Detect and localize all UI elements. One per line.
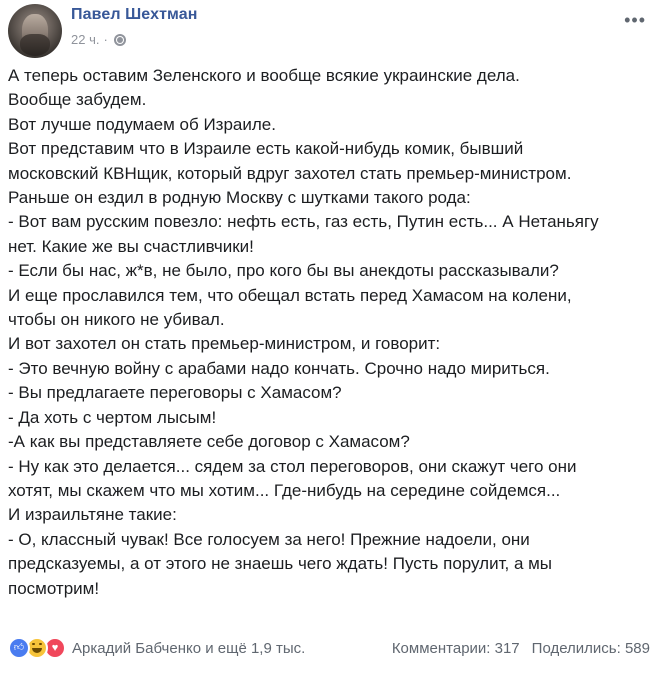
post-line: - Вы предлагаете переговоры с Хамасом? — [8, 383, 342, 403]
facebook-post: Павел Шехтман 22 ч. · ••• А теперь остав… — [0, 0, 655, 677]
like-icon[interactable]: 👍︎ — [8, 637, 30, 659]
post-line: Вот лучше подумаем об Израиле. — [8, 114, 276, 134]
post-line: - Если бы нас, ж*в, не было, про кого бы… — [8, 261, 559, 281]
post-line: Вот представим что в Израиле есть какой-… — [8, 139, 524, 159]
post-line: московский КВНщик, который вдруг захотел… — [8, 163, 572, 183]
avatar-beard — [20, 34, 50, 56]
post-line: Вообще забудем. — [8, 90, 147, 110]
post-header: Павел Шехтман 22 ч. · ••• — [8, 4, 648, 60]
post-meta: 22 ч. · — [71, 32, 126, 47]
post-line: - О, классный чувак! Все голосуем за нег… — [8, 529, 530, 549]
post-line: И еще прославился тем, что обещал встать… — [8, 285, 572, 305]
post-body: А теперь оставим Зеленского и вообще вся… — [8, 64, 648, 601]
post-line: - Это вечную войну с арабами надо кончат… — [8, 358, 550, 378]
post-line: И израильтяне такие: — [8, 505, 177, 525]
globe-icon[interactable] — [113, 33, 126, 46]
post-line: - Вот вам русским повезло: нефть есть, г… — [8, 212, 599, 232]
author-name[interactable]: Павел Шехтман — [71, 6, 198, 24]
reactors-summary[interactable]: Аркадий Бабченко и ещё 1,9 тыс. — [72, 640, 305, 657]
post-footer: 👍︎ ♥ Аркадий Бабченко и ещё 1,9 тыс. Ком… — [8, 636, 650, 660]
post-line: посмотрим! — [8, 578, 100, 598]
more-options-icon[interactable]: ••• — [624, 10, 646, 31]
post-line: И вот захотел он стать премьер-министром… — [8, 334, 441, 354]
post-line: чтобы он никого не убивал. — [8, 310, 225, 330]
comments-count[interactable]: Комментарии: 317 — [392, 640, 520, 657]
post-line: - Да хоть с чертом лысым! — [8, 407, 217, 427]
reaction-icons[interactable]: 👍︎ ♥ — [8, 637, 66, 659]
post-timestamp[interactable]: 22 ч. — [71, 32, 99, 47]
post-line: А теперь оставим Зеленского и вообще вся… — [8, 66, 520, 85]
post-line: - Ну как это делается... сядем за стол п… — [8, 456, 577, 476]
post-line: нет. Какие же вы счастливчики! — [8, 236, 254, 256]
post-line: -А как вы представляете себе договор с Х… — [8, 432, 410, 452]
post-line: предсказуемы, а от этого не знаешь чего … — [8, 554, 553, 574]
meta-separator: · — [103, 32, 108, 47]
shares-count[interactable]: Поделились: 589 — [532, 640, 650, 657]
author-avatar[interactable] — [8, 4, 62, 58]
post-line: хотят, мы скажем что мы хотим... Где-ниб… — [8, 480, 561, 500]
post-line: Раньше он ездил в родную Москву с шуткам… — [8, 188, 471, 208]
